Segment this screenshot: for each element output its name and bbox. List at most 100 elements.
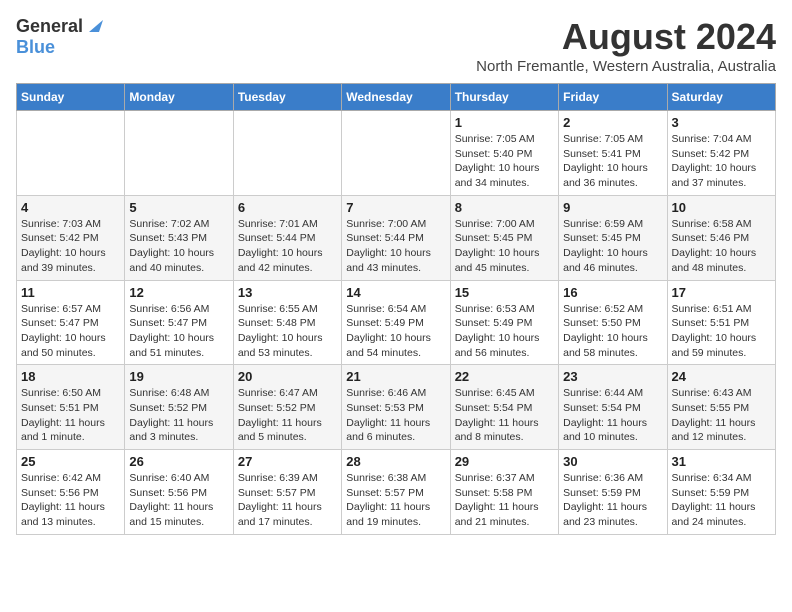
day-info: Sunrise: 6:45 AM Sunset: 5:54 PM Dayligh… <box>455 386 554 445</box>
calendar-cell <box>17 111 125 196</box>
calendar-cell: 2 Sunrise: 7:05 AM Sunset: 5:41 PM Daylig… <box>559 111 667 196</box>
day-number: 7 <box>346 200 445 215</box>
calendar-table: SundayMondayTuesdayWednesdayThursdayFrid… <box>16 83 776 535</box>
calendar-week-row: 4 Sunrise: 7:03 AM Sunset: 5:42 PM Daylig… <box>17 195 776 280</box>
calendar-title: August 2024 <box>103 16 776 58</box>
calendar-cell: 24Sunrise: 6:43 AM Sunset: 5:55 PM Dayli… <box>667 365 775 450</box>
day-info: Sunrise: 6:47 AM Sunset: 5:52 PM Dayligh… <box>238 386 337 445</box>
day-number: 29 <box>455 454 554 469</box>
calendar-cell: 15Sunrise: 6:53 AM Sunset: 5:49 PM Dayli… <box>450 280 558 365</box>
calendar-cell: 25 Sunrise: 6:42 AM Sunset: 5:56 PM Dayli… <box>17 450 125 535</box>
calendar-cell: 5 Sunrise: 7:02 AM Sunset: 5:43 PM Daylig… <box>125 195 233 280</box>
day-number: 5 <box>129 200 228 215</box>
day-info: Sunrise: 7:01 AM Sunset: 5:44 PM Dayligh… <box>238 217 337 276</box>
day-number: 2 <box>563 115 662 130</box>
day-info: Sunrise: 6:57 AM Sunset: 5:47 PM Dayligh… <box>21 302 120 361</box>
calendar-cell: 11Sunrise: 6:57 AM Sunset: 5:47 PM Dayli… <box>17 280 125 365</box>
day-number: 20 <box>238 369 337 384</box>
day-number: 30 <box>563 454 662 469</box>
calendar-cell: 22 Sunrise: 6:45 AM Sunset: 5:54 PM Dayli… <box>450 365 558 450</box>
day-number: 13 <box>238 285 337 300</box>
day-info: Sunrise: 6:38 AM Sunset: 5:57 PM Dayligh… <box>346 471 445 530</box>
day-number: 22 <box>455 369 554 384</box>
day-number: 18 <box>21 369 120 384</box>
calendar-week-row: 25 Sunrise: 6:42 AM Sunset: 5:56 PM Dayli… <box>17 450 776 535</box>
title-area: August 2024 North Fremantle, Western Aus… <box>103 16 776 75</box>
day-number: 23 <box>563 369 662 384</box>
page-header: General Blue August 2024 North Fremantle… <box>16 16 776 75</box>
day-info: Sunrise: 6:44 AM Sunset: 5:54 PM Dayligh… <box>563 386 662 445</box>
calendar-cell: 3 Sunrise: 7:04 AM Sunset: 5:42 PM Daylig… <box>667 111 775 196</box>
calendar-cell: 28 Sunrise: 6:38 AM Sunset: 5:57 PM Dayli… <box>342 450 450 535</box>
calendar-week-row: 11Sunrise: 6:57 AM Sunset: 5:47 PM Dayli… <box>17 280 776 365</box>
day-number: 24 <box>672 369 771 384</box>
calendar-cell <box>342 111 450 196</box>
calendar-header-row: SundayMondayTuesdayWednesdayThursdayFrid… <box>17 84 776 111</box>
day-number: 19 <box>129 369 228 384</box>
day-info: Sunrise: 6:37 AM Sunset: 5:58 PM Dayligh… <box>455 471 554 530</box>
calendar-cell: 14Sunrise: 6:54 AM Sunset: 5:49 PM Dayli… <box>342 280 450 365</box>
day-number: 27 <box>238 454 337 469</box>
day-number: 21 <box>346 369 445 384</box>
calendar-cell: 29 Sunrise: 6:37 AM Sunset: 5:58 PM Dayli… <box>450 450 558 535</box>
logo-general-text: General <box>16 16 83 37</box>
calendar-col-header: Sunday <box>17 84 125 111</box>
day-info: Sunrise: 7:00 AM Sunset: 5:45 PM Dayligh… <box>455 217 554 276</box>
day-info: Sunrise: 7:05 AM Sunset: 5:40 PM Dayligh… <box>455 132 554 191</box>
calendar-week-row: 1 Sunrise: 7:05 AM Sunset: 5:40 PM Daylig… <box>17 111 776 196</box>
day-number: 31 <box>672 454 771 469</box>
day-info: Sunrise: 7:00 AM Sunset: 5:44 PM Dayligh… <box>346 217 445 276</box>
calendar-cell: 12Sunrise: 6:56 AM Sunset: 5:47 PM Dayli… <box>125 280 233 365</box>
calendar-cell: 30 Sunrise: 6:36 AM Sunset: 5:59 PM Dayli… <box>559 450 667 535</box>
day-info: Sunrise: 7:03 AM Sunset: 5:42 PM Dayligh… <box>21 217 120 276</box>
day-info: Sunrise: 6:59 AM Sunset: 5:45 PM Dayligh… <box>563 217 662 276</box>
calendar-cell: 9Sunrise: 6:59 AM Sunset: 5:45 PM Daylig… <box>559 195 667 280</box>
day-info: Sunrise: 6:42 AM Sunset: 5:56 PM Dayligh… <box>21 471 120 530</box>
day-number: 25 <box>21 454 120 469</box>
day-info: Sunrise: 6:54 AM Sunset: 5:49 PM Dayligh… <box>346 302 445 361</box>
day-info: Sunrise: 6:34 AM Sunset: 5:59 PM Dayligh… <box>672 471 771 530</box>
calendar-col-header: Friday <box>559 84 667 111</box>
day-info: Sunrise: 6:39 AM Sunset: 5:57 PM Dayligh… <box>238 471 337 530</box>
day-info: Sunrise: 6:52 AM Sunset: 5:50 PM Dayligh… <box>563 302 662 361</box>
day-number: 17 <box>672 285 771 300</box>
day-info: Sunrise: 6:40 AM Sunset: 5:56 PM Dayligh… <box>129 471 228 530</box>
calendar-cell: 1 Sunrise: 7:05 AM Sunset: 5:40 PM Daylig… <box>450 111 558 196</box>
day-info: Sunrise: 7:02 AM Sunset: 5:43 PM Dayligh… <box>129 217 228 276</box>
calendar-cell: 6Sunrise: 7:01 AM Sunset: 5:44 PM Daylig… <box>233 195 341 280</box>
day-number: 28 <box>346 454 445 469</box>
day-number: 26 <box>129 454 228 469</box>
day-info: Sunrise: 6:46 AM Sunset: 5:53 PM Dayligh… <box>346 386 445 445</box>
day-number: 8 <box>455 200 554 215</box>
logo-bird-icon <box>85 18 103 34</box>
day-info: Sunrise: 6:36 AM Sunset: 5:59 PM Dayligh… <box>563 471 662 530</box>
calendar-cell: 4 Sunrise: 7:03 AM Sunset: 5:42 PM Daylig… <box>17 195 125 280</box>
calendar-subtitle: North Fremantle, Western Australia, Aust… <box>103 58 776 75</box>
calendar-col-header: Monday <box>125 84 233 111</box>
calendar-cell: 27 Sunrise: 6:39 AM Sunset: 5:57 PM Dayli… <box>233 450 341 535</box>
calendar-cell: 23 Sunrise: 6:44 AM Sunset: 5:54 PM Dayli… <box>559 365 667 450</box>
calendar-col-header: Wednesday <box>342 84 450 111</box>
calendar-cell <box>125 111 233 196</box>
day-number: 15 <box>455 285 554 300</box>
calendar-cell: 31 Sunrise: 6:34 AM Sunset: 5:59 PM Dayli… <box>667 450 775 535</box>
day-info: Sunrise: 6:56 AM Sunset: 5:47 PM Dayligh… <box>129 302 228 361</box>
calendar-col-header: Thursday <box>450 84 558 111</box>
day-number: 16 <box>563 285 662 300</box>
logo: General Blue <box>16 16 103 58</box>
calendar-cell: 18Sunrise: 6:50 AM Sunset: 5:51 PM Dayli… <box>17 365 125 450</box>
day-info: Sunrise: 6:55 AM Sunset: 5:48 PM Dayligh… <box>238 302 337 361</box>
calendar-cell: 13 Sunrise: 6:55 AM Sunset: 5:48 PM Dayli… <box>233 280 341 365</box>
calendar-cell: 10Sunrise: 6:58 AM Sunset: 5:46 PM Dayli… <box>667 195 775 280</box>
day-number: 4 <box>21 200 120 215</box>
calendar-cell: 26 Sunrise: 6:40 AM Sunset: 5:56 PM Dayli… <box>125 450 233 535</box>
day-info: Sunrise: 6:58 AM Sunset: 5:46 PM Dayligh… <box>672 217 771 276</box>
day-number: 1 <box>455 115 554 130</box>
calendar-week-row: 18Sunrise: 6:50 AM Sunset: 5:51 PM Dayli… <box>17 365 776 450</box>
calendar-col-header: Tuesday <box>233 84 341 111</box>
calendar-cell <box>233 111 341 196</box>
day-info: Sunrise: 7:04 AM Sunset: 5:42 PM Dayligh… <box>672 132 771 191</box>
day-info: Sunrise: 7:05 AM Sunset: 5:41 PM Dayligh… <box>563 132 662 191</box>
calendar-cell: 19Sunrise: 6:48 AM Sunset: 5:52 PM Dayli… <box>125 365 233 450</box>
day-number: 3 <box>672 115 771 130</box>
